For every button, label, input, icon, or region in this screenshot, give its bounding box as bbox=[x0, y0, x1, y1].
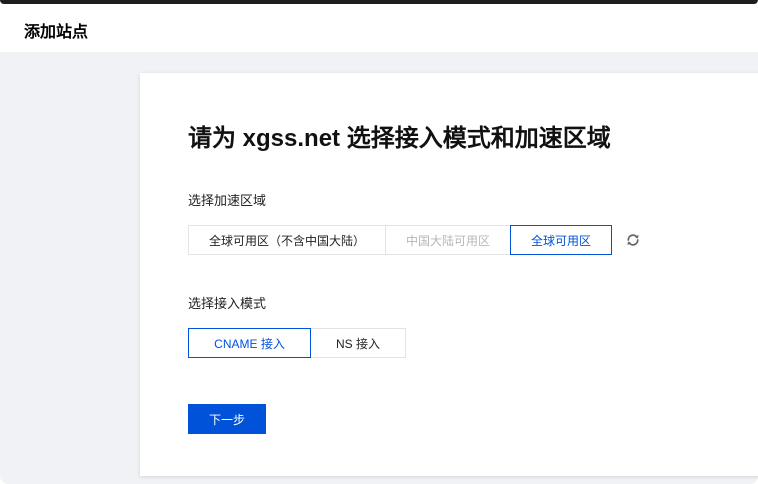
next-step-button[interactable]: 下一步 bbox=[188, 404, 266, 434]
region-option-global-excl-china[interactable]: 全球可用区（不含中国大陆） bbox=[188, 225, 386, 255]
app-window: 添加站点 请为 xgss.net 选择接入模式和加速区域 选择加速区域 全球可用… bbox=[0, 0, 758, 484]
mode-option-ns[interactable]: NS 接入 bbox=[310, 328, 406, 358]
refresh-icon[interactable] bbox=[624, 231, 642, 249]
region-option-china-mainland[interactable]: 中国大陆可用区 bbox=[385, 225, 511, 255]
region-section-label: 选择加速区域 bbox=[188, 193, 267, 208]
header-title: 添加站点 bbox=[24, 24, 89, 41]
mode-option-cname[interactable]: CNAME 接入 bbox=[188, 328, 311, 358]
page-title: 请为 xgss.net 选择接入模式和加速区域 bbox=[188, 125, 611, 152]
page-header: 添加站点 bbox=[0, 4, 758, 52]
mode-section-label: 选择接入模式 bbox=[188, 296, 267, 311]
region-option-global[interactable]: 全球可用区 bbox=[510, 225, 612, 255]
